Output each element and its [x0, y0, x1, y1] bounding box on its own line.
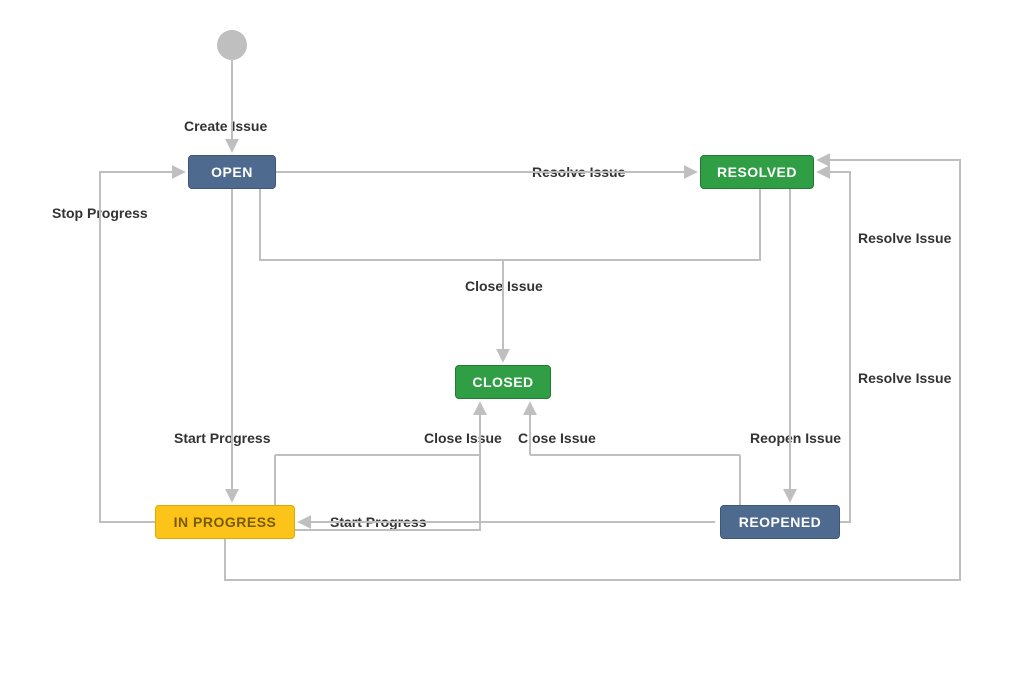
edge-reopened-resolved — [819, 172, 850, 522]
label-start-progress-2: Start Progress — [330, 514, 426, 530]
start-node-icon — [217, 30, 247, 60]
state-in-progress: IN PROGRESS — [155, 505, 295, 539]
label-close-issue-reopen: Close Issue — [518, 430, 596, 446]
label-close-issue-open: Close Issue — [465, 278, 543, 294]
state-resolved: RESOLVED — [700, 155, 814, 189]
label-start-progress: Start Progress — [174, 430, 270, 446]
label-resolve-issue-2: Resolve Issue — [858, 230, 951, 246]
state-closed: CLOSED — [455, 365, 551, 399]
edge-open-resolved-close-horizontal — [260, 189, 760, 260]
workflow-diagram: OPEN RESOLVED CLOSED IN PROGRESS REOPENE… — [0, 0, 1024, 689]
label-resolve-issue-3: Resolve Issue — [858, 370, 951, 386]
state-closed-label: CLOSED — [472, 374, 533, 390]
state-reopened-label: REOPENED — [739, 514, 822, 530]
label-create-issue: Create Issue — [184, 118, 267, 134]
edge-inprogress-open — [100, 172, 183, 522]
state-in-progress-label: IN PROGRESS — [174, 514, 277, 530]
edges-layer — [0, 0, 1024, 689]
state-open-label: OPEN — [211, 164, 253, 180]
state-reopened: REOPENED — [720, 505, 840, 539]
label-close-issue-inprog: Close Issue — [424, 430, 502, 446]
label-reopen-issue: Reopen Issue — [750, 430, 841, 446]
state-open: OPEN — [188, 155, 276, 189]
state-resolved-label: RESOLVED — [717, 164, 797, 180]
label-resolve-issue: Resolve Issue — [532, 164, 625, 180]
label-stop-progress: Stop Progress — [52, 205, 148, 221]
